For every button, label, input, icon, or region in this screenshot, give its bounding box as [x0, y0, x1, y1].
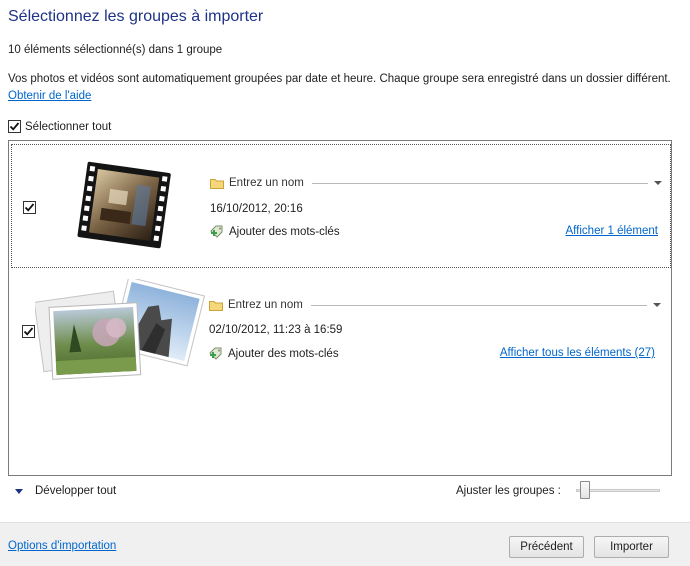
select-all-row[interactable]: Sélectionner tout: [8, 120, 111, 133]
chevron-down-icon[interactable]: [654, 181, 662, 185]
groups-list[interactable]: Entrez un nom 16/10/2012, 20:16 Ajouter …: [8, 140, 672, 476]
slider-thumb[interactable]: [580, 481, 590, 499]
selection-summary: 10 éléments sélectionné(s) dans 1 groupe: [8, 44, 223, 56]
photo-stack-thumbnail: [35, 279, 205, 380]
group-checkbox[interactable]: [23, 201, 36, 214]
group-name-placeholder[interactable]: Entrez un nom: [229, 177, 304, 189]
chevron-down-icon[interactable]: [653, 303, 661, 307]
checkmark-icon: [24, 203, 35, 212]
import-group[interactable]: Entrez un nom 16/10/2012, 20:16 Ajouter …: [11, 144, 671, 268]
add-keywords-button[interactable]: Ajouter des mots-clés: [209, 347, 339, 360]
select-all-label: Sélectionner tout: [25, 120, 112, 133]
import-group[interactable]: Entrez un nom 02/10/2012, 11:23 à 16:59 …: [11, 271, 671, 391]
import-options-link[interactable]: Options d'importation: [8, 540, 116, 552]
show-items-link[interactable]: Afficher 1 élément: [566, 225, 658, 237]
expand-arrow-icon: [15, 488, 23, 494]
add-keywords-label: Ajouter des mots-clés: [228, 347, 339, 360]
name-underline: [311, 182, 648, 184]
import-button[interactable]: Importer: [594, 536, 669, 558]
page-title: Sélectionnez les groupes à importer: [8, 8, 264, 25]
help-link[interactable]: Obtenir de l'aide: [8, 90, 91, 102]
expand-all-button[interactable]: Développer tout: [15, 485, 116, 497]
checkmark-icon: [23, 327, 34, 336]
tag-add-icon: [210, 225, 223, 238]
group-date: 16/10/2012, 20:16: [210, 203, 303, 215]
footer-bar: Options d'importation Précédent Importer: [0, 522, 690, 566]
add-keywords-button[interactable]: Ajouter des mots-clés: [210, 225, 340, 238]
group-name-field[interactable]: Entrez un nom: [210, 177, 662, 189]
group-date: 02/10/2012, 11:23 à 16:59: [209, 324, 343, 336]
video-thumbnail: [77, 161, 171, 249]
show-items-link[interactable]: Afficher tous les éléments (27): [500, 347, 655, 359]
previous-button[interactable]: Précédent: [509, 536, 584, 558]
adjust-groups-label: Ajuster les groupes :: [456, 485, 561, 497]
folder-icon: [210, 178, 224, 189]
add-keywords-label: Ajouter des mots-clés: [229, 225, 340, 238]
group-name-field[interactable]: Entrez un nom: [209, 299, 661, 311]
expand-all-label: Développer tout: [35, 485, 117, 497]
group-checkbox[interactable]: [22, 325, 35, 338]
tag-add-icon: [209, 347, 222, 360]
description-text: Vos photos et vidéos sont automatiquemen…: [8, 73, 671, 85]
folder-icon: [209, 300, 223, 311]
adjust-groups-slider[interactable]: [576, 480, 660, 500]
name-underline: [310, 304, 647, 306]
group-name-placeholder[interactable]: Entrez un nom: [228, 299, 303, 311]
checkmark-icon: [9, 122, 20, 131]
select-all-checkbox[interactable]: [8, 120, 21, 133]
